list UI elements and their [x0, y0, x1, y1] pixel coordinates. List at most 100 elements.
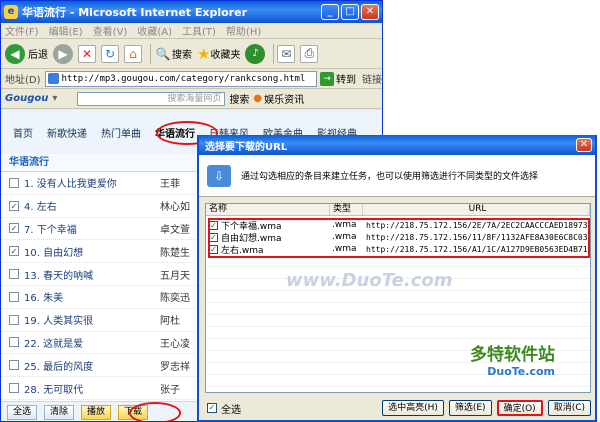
close-button[interactable]: ✕	[361, 4, 379, 20]
song-artist[interactable]: 陈楚生	[160, 244, 200, 259]
refresh-button[interactable]: ↻	[101, 44, 119, 63]
song-artist[interactable]: 张子	[160, 381, 200, 396]
song-name[interactable]: 7. 下个幸福	[24, 221, 160, 236]
back-label: 后退	[28, 50, 48, 61]
song-artist[interactable]: 林心如	[160, 198, 200, 213]
song-name[interactable]: 1. 没有人比我更爱你	[24, 175, 160, 190]
song-checkbox[interactable]	[9, 360, 19, 371]
column-name[interactable]: 名称	[206, 204, 330, 215]
go-button[interactable]: → 转到	[320, 71, 356, 86]
links-label[interactable]: 链接	[362, 71, 382, 86]
song-name[interactable]: 10. 自由幻想	[24, 244, 160, 259]
gougou-search-button[interactable]: 搜索	[229, 91, 249, 106]
play-button[interactable]: 播放	[81, 405, 112, 420]
ie-title: 华语流行 - Microsoft Internet Explorer	[22, 6, 247, 19]
song-name[interactable]: 28. 无可取代	[24, 381, 160, 396]
home-icon: ⌂	[124, 44, 142, 63]
song-row[interactable]: ✓ 4. 左右 林心如	[1, 195, 200, 218]
tab-home[interactable]: 首页	[13, 125, 33, 140]
mail-button[interactable]: ✉	[277, 44, 296, 63]
column-url[interactable]: URL	[363, 204, 590, 215]
song-checkbox[interactable]	[9, 337, 19, 348]
select-all-button[interactable]: 全选	[7, 405, 38, 420]
song-name[interactable]: 4. 左右	[24, 198, 160, 213]
toolbar-separator	[273, 43, 275, 64]
song-checkbox[interactable]	[9, 177, 19, 188]
menu-help[interactable]: 帮助(H)	[226, 23, 261, 38]
song-checkbox[interactable]: ✓	[9, 246, 19, 257]
menu-view[interactable]: 查看(V)	[93, 23, 128, 38]
cancel-button[interactable]: 取消(C)	[547, 400, 591, 416]
song-artist[interactable]: 卓文萱	[160, 221, 200, 236]
song-checkbox[interactable]	[9, 269, 19, 280]
song-artist[interactable]: 五月天	[160, 267, 200, 282]
song-name[interactable]: 19. 人类其实很	[24, 312, 160, 327]
song-checkbox[interactable]	[9, 314, 19, 325]
empty-row	[206, 291, 590, 303]
duote-logo: 多特软件站 DuoTe.com	[470, 340, 555, 378]
panel-title: 华语流行	[1, 154, 200, 172]
song-artist[interactable]: 陈奕迅	[160, 289, 200, 304]
gougou-news-button[interactable]: ● 娱乐资讯	[253, 91, 304, 106]
filter-button[interactable]: 筛选(E)	[448, 400, 492, 416]
select-all-checkbox[interactable]: ✓	[207, 403, 217, 413]
song-name[interactable]: 25. 最后的风度	[24, 358, 160, 373]
media-button[interactable]: ♪	[245, 43, 266, 64]
menu-tools[interactable]: 工具(T)	[182, 23, 216, 38]
song-checkbox[interactable]	[9, 291, 19, 302]
song-artist[interactable]: 王菲	[160, 175, 200, 190]
minimize-button[interactable]: _	[321, 4, 339, 20]
go-arrow-icon: →	[320, 71, 334, 86]
highlight-selected-button[interactable]: 选中高亮(H)	[382, 400, 444, 416]
home-button[interactable]: ⌂	[124, 44, 142, 63]
song-row[interactable]: 13. 春天的呐喊 五月天	[1, 263, 200, 286]
song-row[interactable]: ✓ 10. 自由幻想 陈楚生	[1, 240, 200, 264]
song-row[interactable]: 25. 最后的风度 罗志祥	[1, 354, 200, 378]
dialog-close-button[interactable]: ✕	[576, 138, 592, 152]
stop-button[interactable]: ✕	[78, 44, 96, 63]
duote-logo-site: DuoTe.com	[487, 365, 555, 378]
song-name[interactable]: 13. 春天的呐喊	[24, 267, 160, 282]
maximize-button[interactable]: □	[341, 4, 359, 20]
watermark: www.DuoTe.com	[286, 270, 453, 291]
ie-titlebar[interactable]: e 华语流行 - Microsoft Internet Explorer _ □…	[1, 1, 382, 23]
gougou-search-input[interactable]: 搜索海量网页	[77, 91, 226, 106]
song-row[interactable]: 22. 这就是爱 王心凌	[1, 332, 200, 355]
menu-favorites[interactable]: 收藏(A)	[137, 23, 172, 38]
song-row[interactable]: ✓ 7. 下个幸福 卓文萱	[1, 218, 200, 241]
search-button[interactable]: 🔍 搜索	[154, 45, 192, 63]
song-checkbox[interactable]	[9, 383, 19, 394]
forward-button[interactable]: ▶	[53, 43, 73, 64]
empty-row	[206, 327, 590, 339]
song-checkbox[interactable]: ✓	[9, 200, 19, 211]
song-checkbox[interactable]: ✓	[9, 223, 19, 234]
tab-hot-singles[interactable]: 热门单曲	[101, 125, 141, 140]
favorites-button[interactable]: ★ 收藏夹	[197, 45, 240, 63]
address-input[interactable]: http://mp3.gougou.com/category/rankcsong…	[44, 70, 317, 87]
song-name[interactable]: 16. 朱美	[24, 289, 160, 304]
column-type[interactable]: 类型	[330, 204, 363, 215]
star-icon: ★	[197, 44, 211, 63]
clear-button[interactable]: 清除	[44, 405, 75, 420]
song-artist[interactable]: 罗志祥	[160, 358, 200, 373]
song-row[interactable]: 28. 无可取代 张子	[1, 377, 200, 400]
song-row[interactable]: 1. 没有人比我更爱你 王菲	[1, 172, 200, 195]
song-row[interactable]: 16. 朱美 陈奕迅	[1, 286, 200, 309]
back-button[interactable]: ◀ 后退	[5, 43, 48, 64]
song-artist[interactable]: 阿杜	[160, 312, 200, 327]
dialog-titlebar[interactable]: 选择要下载的URL ✕	[199, 135, 595, 155]
mail-icon: ✉	[277, 44, 296, 63]
go-label: 转到	[336, 75, 356, 86]
dropdown-icon[interactable]: ▾	[52, 93, 57, 104]
song-row[interactable]: 19. 人类其实很 阿杜	[1, 309, 200, 332]
song-name[interactable]: 22. 这就是爱	[24, 335, 160, 350]
print-button[interactable]: ⎙	[300, 44, 319, 63]
song-artist[interactable]: 王心凌	[160, 335, 200, 350]
ok-button[interactable]: 确定(O)	[496, 400, 543, 416]
menu-edit[interactable]: 编辑(E)	[49, 23, 83, 38]
duote-logo-name: 多特软件站	[470, 345, 555, 365]
menu-bar: 文件(F) 编辑(E) 查看(V) 收藏(A) 工具(T) 帮助(H)	[1, 23, 382, 39]
refresh-icon: ↻	[101, 44, 119, 63]
menu-file[interactable]: 文件(F)	[5, 23, 39, 38]
tab-new-songs[interactable]: 新歌快递	[47, 125, 87, 140]
